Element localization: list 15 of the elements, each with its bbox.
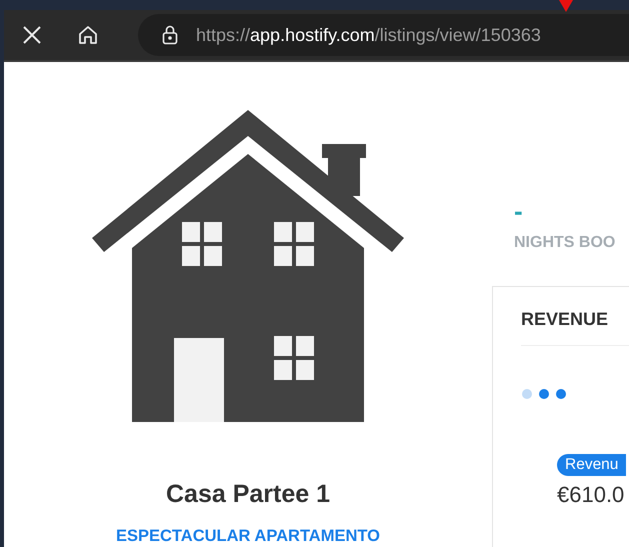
revenue-tag: Revenu xyxy=(557,454,626,476)
home-icon xyxy=(77,24,99,46)
lock-icon xyxy=(162,25,178,45)
loading-icon xyxy=(521,388,567,400)
stat-label: NIGHTS BOO xyxy=(514,234,616,252)
close-icon xyxy=(22,25,42,45)
url-text: https://app.hostify.com/listings/view/150363 xyxy=(196,24,541,46)
address-bar[interactable]: https://app.hostify.com/listings/view/150363 xyxy=(138,14,629,56)
stat-value: - xyxy=(514,198,524,224)
revenue-amount: €610.0 xyxy=(557,482,626,508)
pointer-icon xyxy=(559,0,573,12)
card-title: REVENUE xyxy=(521,309,629,346)
listing-title: Casa Partee 1 xyxy=(166,480,330,509)
listing-subtitle: ESPECTACULAR APARTAMENTO xyxy=(116,527,380,546)
house-icon xyxy=(92,110,404,422)
